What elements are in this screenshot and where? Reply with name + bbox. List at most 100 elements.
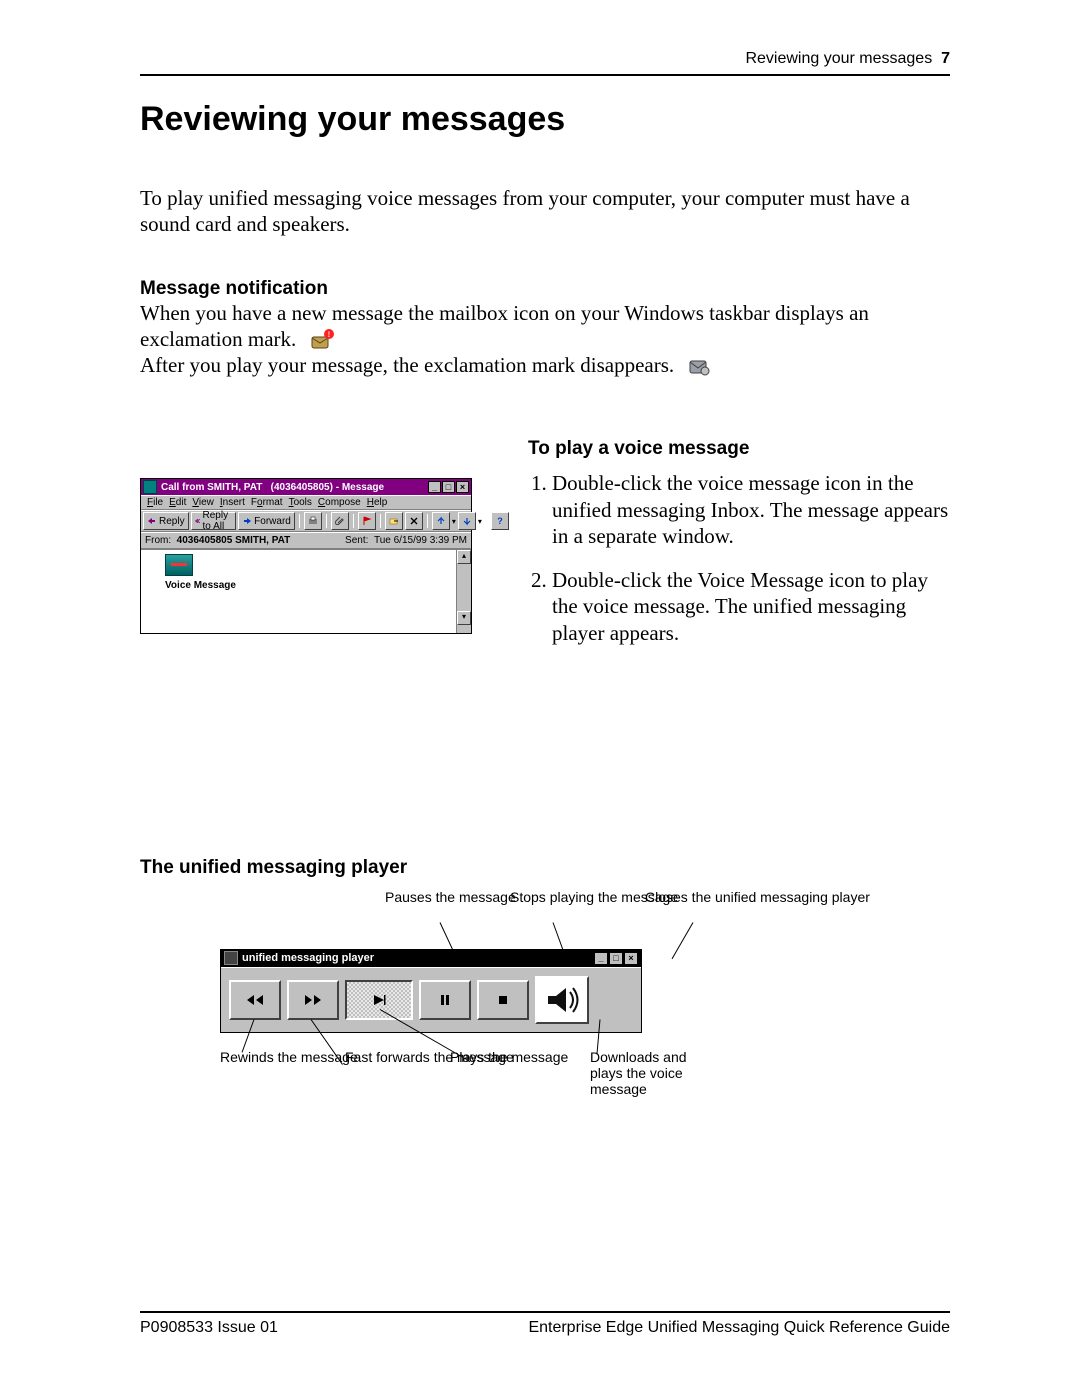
notification-line1: When you have a new message the mailbox … xyxy=(140,301,869,351)
sent-value: Tue 6/15/99 3:39 PM xyxy=(374,535,467,546)
prev-dropdown[interactable]: ▾ xyxy=(452,517,456,526)
menu-view[interactable]: View xyxy=(192,497,214,508)
svg-text:?: ? xyxy=(497,516,503,526)
player-close-button[interactable]: × xyxy=(624,952,638,965)
fast-forward-button[interactable] xyxy=(287,980,339,1020)
rewind-button[interactable] xyxy=(229,980,281,1020)
help-icon: ? xyxy=(495,516,505,526)
player-minimize-button[interactable]: _ xyxy=(594,952,608,965)
menu-bar[interactable]: File Edit View Insert Format Tools Compo… xyxy=(141,495,471,510)
speaker-icon xyxy=(542,982,582,1018)
outlook-message-window: Call from SMITH, PAT (4036405805) - Mess… xyxy=(140,478,472,634)
window-app-icon xyxy=(143,480,157,494)
pause-icon xyxy=(438,993,452,1007)
maximize-button[interactable]: □ xyxy=(442,481,455,493)
printer-icon xyxy=(308,516,318,526)
prev-icon xyxy=(436,516,446,526)
play-steps: Double-click the voice message icon in t… xyxy=(528,470,950,646)
reply-all-button[interactable]: Reply to All xyxy=(191,512,237,530)
stop-button[interactable] xyxy=(477,980,529,1020)
player-window: unified messaging player _ □ × xyxy=(220,949,642,1033)
close-button[interactable]: × xyxy=(456,481,469,493)
folder-move-icon xyxy=(389,516,399,526)
footer-left: P0908533 Issue 01 xyxy=(140,1319,278,1337)
fast-forward-icon xyxy=(303,993,323,1007)
scrollbar[interactable]: ▴ ▾ xyxy=(456,550,471,633)
voice-message-label: Voice Message xyxy=(165,580,465,591)
from-sent-row: From: 4036405805 SMITH, PAT Sent: Tue 6/… xyxy=(141,532,471,549)
forward-arrow-icon xyxy=(242,516,252,526)
menu-file[interactable]: File xyxy=(147,497,163,508)
menu-insert[interactable]: Insert xyxy=(220,497,245,508)
help-button[interactable]: ? xyxy=(491,512,509,530)
notification-line2: After you play your message, the exclama… xyxy=(140,353,674,377)
next-icon xyxy=(462,516,472,526)
flag-button[interactable] xyxy=(358,512,376,530)
menu-format[interactable]: Format xyxy=(251,497,283,508)
title-call-from: Call from xyxy=(161,482,204,493)
delete-x-icon xyxy=(409,516,419,526)
footer-right: Enterprise Edge Unified Messaging Quick … xyxy=(528,1319,950,1337)
delete-button[interactable] xyxy=(405,512,423,530)
section-heading-notification: Message notification xyxy=(140,278,950,300)
scroll-up-button[interactable]: ▴ xyxy=(457,550,471,564)
running-head-text: Reviewing your messages xyxy=(745,50,932,67)
page-footer: P0908533 Issue 01 Enterprise Edge Unifie… xyxy=(140,1311,950,1337)
voice-message-icon[interactable] xyxy=(165,554,193,576)
reply-all-arrow-icon xyxy=(195,516,201,526)
download-play-button[interactable] xyxy=(535,976,589,1024)
running-head: Reviewing your messages 7 xyxy=(140,50,950,76)
reply-button[interactable]: Reply xyxy=(143,512,189,530)
title-caller: SMITH, PAT xyxy=(207,482,262,493)
intro-paragraph: To play unified messaging voice messages… xyxy=(140,185,950,238)
title-number: (4036405805) xyxy=(271,482,333,493)
print-button[interactable] xyxy=(304,512,322,530)
reply-arrow-icon xyxy=(147,516,157,526)
attach-button[interactable] xyxy=(331,512,349,530)
menu-help[interactable]: Help xyxy=(367,497,388,508)
player-maximize-button[interactable]: □ xyxy=(609,952,623,965)
scroll-down-button[interactable]: ▾ xyxy=(457,611,471,625)
page-number: 7 xyxy=(941,50,950,67)
mailbox-alert-icon: ! xyxy=(310,329,334,351)
player-titlebar[interactable]: unified messaging player _ □ × xyxy=(221,950,641,967)
annot-play: Plays the message xyxy=(450,1049,568,1065)
from-value: 4036405805 SMITH, PAT xyxy=(177,535,291,546)
message-body: Voice Message ▴ ▾ xyxy=(141,549,471,633)
from-label: From: xyxy=(145,535,171,546)
paperclip-icon xyxy=(335,516,345,526)
step-2: Double-click the Voice Message icon to p… xyxy=(552,567,950,646)
message-window-figure: Call from SMITH, PAT (4036405805) - Mess… xyxy=(140,438,500,634)
section-heading-player: The unified messaging player xyxy=(140,857,950,879)
menu-edit[interactable]: Edit xyxy=(169,497,186,508)
section-heading-play: To play a voice message xyxy=(528,438,950,460)
sent-label: Sent: xyxy=(345,535,368,546)
svg-text:!: ! xyxy=(327,330,330,339)
player-app-icon xyxy=(224,951,238,965)
page-title: Reviewing your messages xyxy=(140,100,950,139)
stop-icon xyxy=(496,993,510,1007)
menu-tools[interactable]: Tools xyxy=(289,497,312,508)
rewind-icon xyxy=(245,993,265,1007)
step-1: Double-click the voice message icon in t… xyxy=(552,470,950,549)
notification-body: When you have a new message the mailbox … xyxy=(140,300,950,379)
menu-compose[interactable]: Compose xyxy=(318,497,361,508)
forward-button[interactable]: Forward xyxy=(238,512,295,530)
next-button[interactable] xyxy=(458,512,476,530)
minimize-button[interactable]: _ xyxy=(428,481,441,493)
window-titlebar[interactable]: Call from SMITH, PAT (4036405805) - Mess… xyxy=(141,479,471,495)
page: Reviewing your messages 7 Reviewing your… xyxy=(0,0,1080,1397)
title-suffix: - Message xyxy=(336,482,384,493)
play-button[interactable] xyxy=(345,980,413,1020)
annot-close: Closes the unified messaging player xyxy=(645,889,870,905)
prev-button[interactable] xyxy=(432,512,450,530)
annot-download: Downloads and plays the voice message xyxy=(590,1049,710,1097)
toolbar: Reply Reply to All Forward xyxy=(141,510,471,532)
move-button[interactable] xyxy=(385,512,403,530)
annot-pause: Pauses the message xyxy=(385,889,516,905)
next-dropdown[interactable]: ▾ xyxy=(478,517,482,526)
mailbox-icon xyxy=(687,355,711,377)
play-icon xyxy=(371,993,387,1007)
flag-icon xyxy=(362,516,372,526)
pause-button[interactable] xyxy=(419,980,471,1020)
